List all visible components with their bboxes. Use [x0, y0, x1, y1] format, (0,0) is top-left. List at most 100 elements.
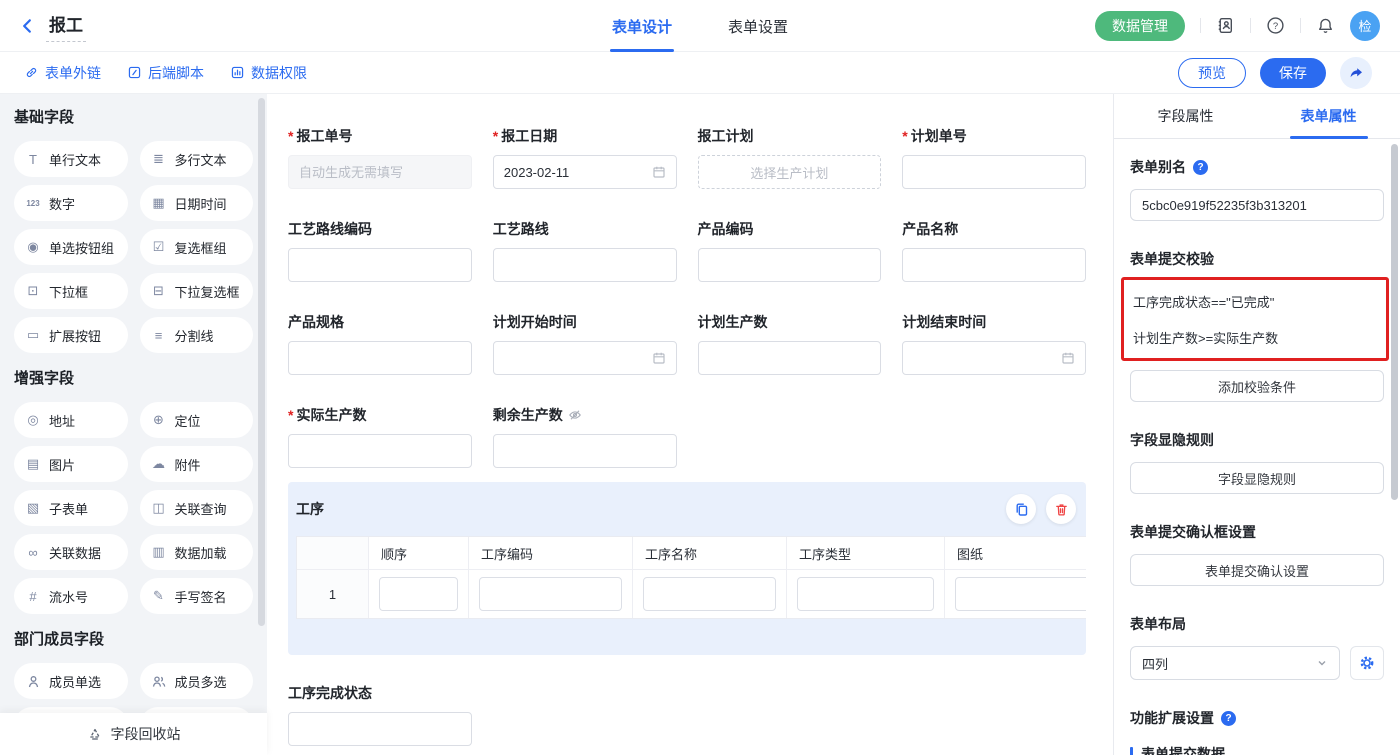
product-name-input[interactable]	[902, 248, 1086, 282]
field-type-divider[interactable]: ≡分割线	[140, 317, 254, 353]
sidebar-scrollbar[interactable]	[258, 98, 265, 626]
tab-form-properties[interactable]: 表单属性	[1257, 94, 1400, 138]
layout-select[interactable]: 四列	[1130, 646, 1340, 680]
copy-button[interactable]	[1006, 494, 1036, 524]
calendar-icon[interactable]	[652, 351, 666, 365]
field-process-status[interactable]: 工序完成状态	[288, 683, 472, 746]
field-type-attachment[interactable]: ☁附件	[140, 446, 254, 482]
field-product-code[interactable]: 产品编码	[698, 219, 882, 282]
form-title-wrap[interactable]: 报工	[46, 10, 86, 42]
field-type-linked-data[interactable]: ∞关联数据	[14, 534, 128, 570]
avatar[interactable]: 检	[1350, 11, 1380, 41]
field-route-code[interactable]: 工艺路线编码	[288, 219, 472, 282]
field-type-linked-query[interactable]: ◫关联查询	[140, 490, 254, 526]
extension-heading: 功能扩展设置 ?	[1130, 708, 1384, 728]
field-remaining-qty[interactable]: 剩余生产数	[493, 405, 677, 468]
plan-qty-input[interactable]	[698, 341, 882, 375]
validation-rule[interactable]: 工序完成状态=="已完成"	[1133, 283, 1386, 319]
submit-confirm-button[interactable]: 表单提交确认设置	[1130, 554, 1384, 586]
help-icon[interactable]: ?	[1193, 160, 1208, 175]
layout-settings-button[interactable]	[1350, 646, 1384, 680]
validation-rule[interactable]: 计划生产数>=实际生产数	[1133, 319, 1386, 355]
field-actual-qty[interactable]: *实际生产数	[288, 405, 472, 468]
tab-field-properties[interactable]: 字段属性	[1114, 94, 1257, 138]
help-icon[interactable]: ?	[1221, 711, 1236, 726]
field-recycle-bin[interactable]: 字段回收站	[0, 713, 267, 755]
visibility-rules-button[interactable]: 字段显隐规则	[1130, 462, 1384, 494]
route-input[interactable]	[493, 248, 677, 282]
field-plan-no[interactable]: *计划单号	[902, 126, 1086, 189]
field-type-dropdown[interactable]: ⊡下拉框	[14, 273, 128, 309]
field-type-radio-group[interactable]: ◉单选按钮组	[14, 229, 128, 265]
field-type-signature[interactable]: ✎手写签名	[140, 578, 254, 614]
field-type-member-multi[interactable]: 成员多选	[140, 663, 254, 699]
share-button[interactable]	[1340, 57, 1372, 89]
field-label: 计划开始时间	[493, 312, 577, 332]
calendar-icon[interactable]	[1061, 351, 1075, 365]
data-permission-link[interactable]: 数据权限	[230, 63, 307, 83]
field-type-data-load[interactable]: ▥数据加载	[140, 534, 254, 570]
back-icon[interactable]	[18, 17, 36, 35]
report-no-input[interactable]	[288, 155, 472, 189]
preview-button[interactable]: 预览	[1178, 58, 1246, 88]
process-name-input[interactable]	[643, 577, 776, 611]
field-type-serial-number[interactable]: #流水号	[14, 578, 128, 614]
col-header: 工序类型	[787, 537, 945, 569]
field-report-date[interactable]: *报工日期	[493, 126, 677, 189]
tab-form-settings[interactable]: 表单设置	[728, 0, 788, 52]
process-code-input[interactable]	[479, 577, 622, 611]
field-report-no[interactable]: *报工单号	[288, 126, 472, 189]
field-plan-qty[interactable]: 计划生产数	[698, 312, 882, 375]
field-type-checkbox-group[interactable]: ☑复选框组	[140, 229, 254, 265]
address-book-icon[interactable]	[1216, 16, 1235, 35]
share-icon	[1348, 65, 1364, 81]
delete-button[interactable]	[1046, 494, 1076, 524]
data-manage-button[interactable]: 数据管理	[1095, 11, 1185, 41]
field-product-name[interactable]: 产品名称	[902, 219, 1086, 282]
product-code-input[interactable]	[698, 248, 882, 282]
product-spec-input[interactable]	[288, 341, 472, 375]
drawing-input[interactable]	[955, 577, 1086, 611]
field-type-datetime[interactable]: ▦日期时间	[140, 185, 254, 221]
plan-no-input[interactable]	[902, 155, 1086, 189]
field-type-subform[interactable]: ▧子表单	[14, 490, 128, 526]
field-type-member-single[interactable]: 成员单选	[14, 663, 128, 699]
field-plan-start-time[interactable]: 计划开始时间	[493, 312, 677, 375]
field-type-multi-dropdown[interactable]: ⊟下拉复选框	[140, 273, 254, 309]
plan-end-input[interactable]	[902, 341, 1086, 375]
field-type-number[interactable]: 123数字	[14, 185, 128, 221]
add-validation-button[interactable]: 添加校验条件	[1130, 370, 1384, 402]
field-type-address[interactable]: ◎地址	[14, 402, 128, 438]
field-type-multi-line-text[interactable]: ≣多行文本	[140, 141, 254, 177]
field-label: 报工日期	[501, 126, 557, 146]
process-type-input[interactable]	[797, 577, 934, 611]
field-report-plan[interactable]: 报工计划 选择生产计划	[698, 126, 882, 189]
field-product-spec[interactable]: 产品规格	[288, 312, 472, 375]
field-type-image[interactable]: ▤图片	[14, 446, 128, 482]
person-icon	[25, 674, 41, 689]
plan-picker-button[interactable]: 选择生产计划	[698, 155, 882, 189]
order-input[interactable]	[379, 577, 458, 611]
backend-script-link[interactable]: 后端脚本	[127, 63, 204, 83]
form-alias-input[interactable]: 5cbc0e919f52235f3b313201	[1130, 189, 1384, 221]
report-date-input[interactable]	[493, 155, 677, 189]
field-type-single-line-text[interactable]: T单行文本	[14, 141, 128, 177]
divider	[1250, 18, 1251, 33]
subform-process[interactable]: 工序 顺序 工序编码 工序名称	[288, 482, 1086, 655]
help-icon[interactable]: ?	[1266, 16, 1285, 35]
save-button[interactable]: 保存	[1260, 58, 1326, 88]
field-type-extend-button[interactable]: ▭扩展按钮	[14, 317, 128, 353]
plan-start-input[interactable]	[493, 341, 677, 375]
field-type-location[interactable]: ⊕定位	[140, 402, 254, 438]
field-route[interactable]: 工艺路线	[493, 219, 677, 282]
process-status-input[interactable]	[288, 712, 472, 746]
form-external-link[interactable]: 表单外链	[24, 63, 101, 83]
calendar-icon[interactable]	[652, 165, 666, 179]
panel-scrollbar[interactable]	[1391, 144, 1398, 500]
route-code-input[interactable]	[288, 248, 472, 282]
actual-qty-input[interactable]	[288, 434, 472, 468]
remaining-qty-input[interactable]	[493, 434, 677, 468]
field-plan-end-time[interactable]: 计划结束时间	[902, 312, 1086, 375]
tab-form-design[interactable]: 表单设计	[612, 0, 672, 52]
bell-icon[interactable]	[1316, 16, 1335, 35]
